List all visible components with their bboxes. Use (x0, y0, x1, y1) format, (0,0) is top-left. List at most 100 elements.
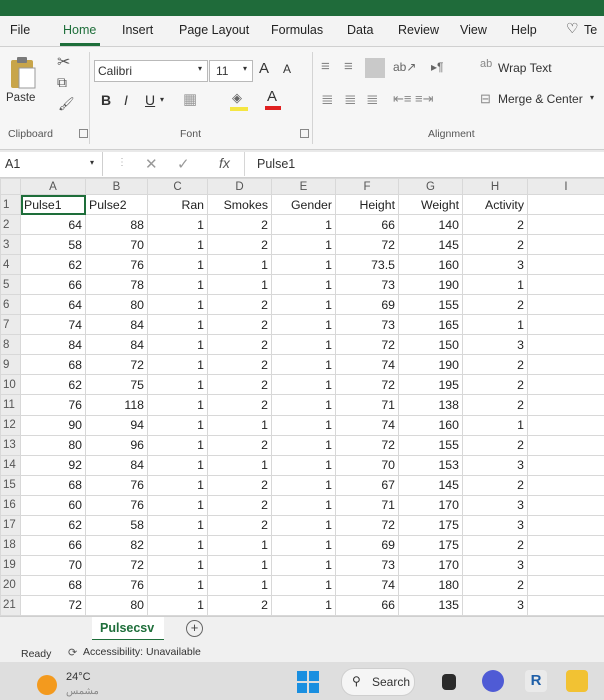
paste-button[interactable]: Paste (4, 52, 42, 112)
cell[interactable]: 2 (462, 354, 528, 376)
cell[interactable]: 1 (207, 574, 272, 596)
cell[interactable]: 1 (271, 574, 336, 596)
cell[interactable]: 2 (462, 294, 528, 316)
increase-indent-icon[interactable]: ≡⇥ (415, 91, 433, 107)
row-header[interactable]: 10 (0, 374, 21, 396)
column-header[interactable]: F (335, 178, 399, 195)
cell[interactable]: 76 (85, 574, 148, 596)
tab-review[interactable]: Review (398, 23, 439, 37)
cell[interactable]: 78 (85, 274, 148, 296)
cell[interactable]: 2 (462, 574, 528, 596)
cell[interactable]: 2 (462, 394, 528, 416)
cell[interactable]: 175 (398, 534, 463, 556)
cell[interactable]: 165 (398, 314, 463, 336)
cell[interactable]: 92 (20, 454, 86, 476)
cell[interactable]: 72 (335, 234, 399, 256)
cell[interactable]: 75 (85, 374, 148, 396)
cell[interactable]: 1 (271, 394, 336, 416)
clipboard-launcher-icon[interactable] (79, 129, 88, 138)
cell[interactable]: 170 (398, 554, 463, 576)
cell[interactable]: 1 (271, 514, 336, 536)
cell[interactable]: 80 (85, 594, 148, 617)
cell[interactable]: 2 (207, 354, 272, 376)
cell[interactable]: 1 (147, 454, 208, 476)
cell[interactable]: 1 (271, 534, 336, 556)
row-header[interactable]: 5 (0, 274, 21, 296)
row-header[interactable]: 15 (0, 474, 21, 496)
cell[interactable]: 84 (85, 314, 148, 336)
name-box[interactable]: A1 ▾ (0, 152, 103, 176)
weather-icon[interactable] (37, 675, 57, 695)
cell[interactable]: 1 (147, 494, 208, 516)
cell[interactable]: 66 (335, 594, 399, 617)
cell[interactable]: 138 (398, 394, 463, 416)
cell[interactable]: 1 (207, 554, 272, 576)
add-sheet-button[interactable]: + (186, 620, 203, 637)
enter-icon[interactable]: ✓ (177, 155, 190, 173)
cell[interactable]: 160 (398, 414, 463, 436)
cell[interactable]: 3 (462, 514, 528, 536)
cell[interactable]: 62 (20, 514, 86, 536)
cell[interactable]: 74 (335, 414, 399, 436)
cell[interactable]: 1 (147, 294, 208, 316)
cell[interactable]: 150 (398, 334, 463, 356)
cell[interactable]: 1 (271, 254, 336, 276)
cell[interactable]: 1 (271, 554, 336, 576)
cell[interactable]: 73 (335, 314, 399, 336)
cell[interactable]: 72 (20, 594, 86, 617)
cell[interactable]: 76 (85, 254, 148, 276)
cell[interactable]: 1 (147, 354, 208, 376)
cell[interactable]: 2 (207, 314, 272, 336)
cell[interactable]: 70 (85, 234, 148, 256)
column-header[interactable]: I (527, 178, 604, 195)
cell[interactable]: 1 (271, 594, 336, 617)
cell[interactable]: 2 (462, 234, 528, 256)
cell[interactable]: 1 (207, 414, 272, 436)
cell[interactable]: 2 (207, 494, 272, 516)
select-all-corner[interactable] (0, 178, 21, 195)
cell[interactable]: 1 (147, 374, 208, 396)
cell[interactable]: 155 (398, 434, 463, 456)
cell[interactable]: 3 (462, 334, 528, 356)
cell[interactable] (527, 254, 604, 276)
cell[interactable]: 1 (462, 274, 528, 296)
cell[interactable]: 70 (20, 554, 86, 576)
cell[interactable]: 2 (207, 434, 272, 456)
chevron-down-icon[interactable]: ▾ (590, 93, 594, 102)
cell[interactable]: 1 (147, 394, 208, 416)
italic-button[interactable]: I (124, 92, 128, 108)
cell[interactable]: 1 (271, 334, 336, 356)
decrease-indent-icon[interactable]: ⇤≡ (393, 91, 411, 107)
fill-color-button[interactable]: ◈ (230, 90, 252, 111)
cancel-icon[interactable]: ✕ (145, 155, 158, 173)
cell[interactable]: 76 (85, 474, 148, 496)
align-right-icon[interactable]: ≣ (366, 90, 379, 108)
tab-page-layout[interactable]: Page Layout (179, 23, 249, 37)
cell[interactable] (527, 494, 604, 516)
cell[interactable]: 1 (147, 334, 208, 356)
cell[interactable]: 3 (462, 254, 528, 276)
cell[interactable]: 2 (207, 334, 272, 356)
cell[interactable]: Gender (271, 193, 336, 216)
tab-tell-me[interactable]: Te (584, 23, 597, 37)
row-header[interactable]: 2 (0, 214, 21, 236)
font-name-box[interactable]: Calibri ▾ (94, 60, 208, 82)
cell[interactable]: 80 (20, 434, 86, 456)
shrink-font-button[interactable]: A (283, 62, 291, 76)
cell[interactable]: 3 (462, 494, 528, 516)
cell[interactable]: 145 (398, 234, 463, 256)
cell[interactable]: 1 (271, 234, 336, 256)
cell[interactable]: 73.5 (335, 254, 399, 276)
cell[interactable]: 180 (398, 574, 463, 596)
tab-file[interactable]: File (10, 23, 30, 37)
font-color-button[interactable]: A (265, 88, 287, 110)
cell[interactable]: 76 (20, 394, 86, 416)
cell[interactable]: 74 (335, 574, 399, 596)
cut-icon[interactable]: ✂ (57, 52, 70, 72)
store-icon[interactable] (566, 670, 588, 692)
cell[interactable] (527, 294, 604, 316)
cell[interactable]: 69 (335, 534, 399, 556)
cell[interactable]: 1 (207, 254, 272, 276)
tab-help[interactable]: Help (511, 23, 537, 37)
wrap-text-button[interactable]: Wrap Text (498, 61, 552, 75)
